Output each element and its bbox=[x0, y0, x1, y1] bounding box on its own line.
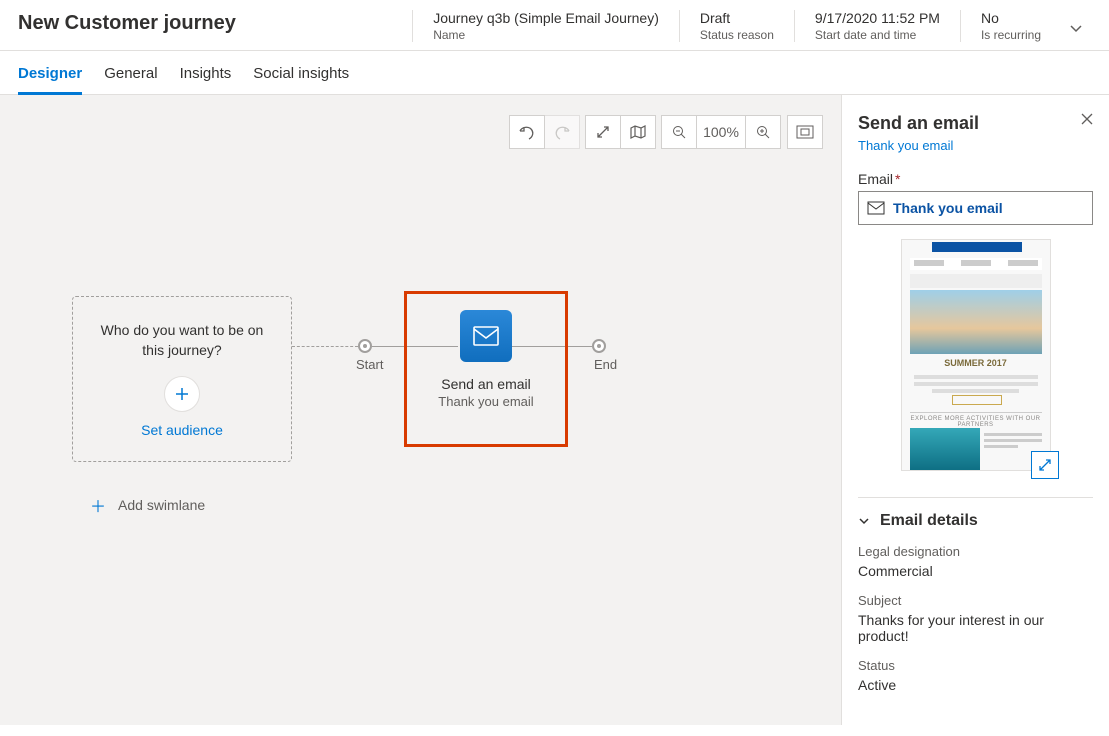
add-swimlane-button[interactable]: ＋ Add swimlane bbox=[90, 493, 205, 517]
email-tile-icon-box bbox=[460, 310, 512, 362]
add-audience-button[interactable] bbox=[164, 376, 200, 412]
header-field-name: Journey q3b (Simple Email Journey) Name bbox=[412, 10, 679, 42]
email-details-toggle[interactable]: Email details bbox=[858, 512, 1093, 530]
zoom-out-icon bbox=[672, 125, 686, 139]
main-area: 100% Who do you want to be on this journ… bbox=[0, 95, 1109, 725]
zoom-in-icon bbox=[756, 125, 770, 139]
tab-designer[interactable]: Designer bbox=[18, 65, 82, 95]
fit-to-screen-button[interactable] bbox=[787, 115, 823, 149]
start-node[interactable] bbox=[358, 339, 372, 353]
email-tile-title: Send an email bbox=[441, 376, 531, 392]
header-field-start: 9/17/2020 11:52 PM Start date and time bbox=[794, 10, 960, 42]
preview-footer: EXPLORE MORE ACTIVITIES WITH OUR PARTNER… bbox=[910, 416, 1042, 428]
header-expand-button[interactable] bbox=[1061, 16, 1091, 36]
designer-canvas[interactable]: 100% Who do you want to be on this journ… bbox=[0, 95, 841, 725]
map-icon bbox=[630, 125, 646, 139]
expand-icon bbox=[1038, 458, 1052, 472]
add-swimlane-label: Add swimlane bbox=[118, 497, 205, 513]
fullscreen-button[interactable] bbox=[585, 115, 621, 149]
email-preview-thumbnail[interactable]: SUMMER 2017 EXPLORE MORE ACTIVITIES WITH… bbox=[901, 239, 1051, 471]
tab-insights[interactable]: Insights bbox=[180, 65, 232, 94]
fit-screen-icon bbox=[796, 125, 814, 139]
page-title: New Customer journey bbox=[18, 12, 412, 35]
preview-headline: SUMMER 2017 bbox=[910, 358, 1042, 368]
expand-diagonal-icon bbox=[596, 125, 610, 139]
connector-audience-start bbox=[292, 346, 358, 347]
email-field-label: Email bbox=[858, 171, 1093, 187]
chevron-down-icon bbox=[1069, 22, 1083, 36]
close-icon bbox=[1081, 113, 1093, 125]
legal-value: Commercial bbox=[858, 563, 1093, 579]
subject-value: Thanks for your interest in our product! bbox=[858, 612, 1093, 644]
close-panel-button[interactable] bbox=[1081, 113, 1093, 125]
start-label: Start bbox=[356, 357, 383, 372]
undo-button[interactable] bbox=[509, 115, 545, 149]
email-lookup-field[interactable]: Thank you email bbox=[858, 191, 1093, 225]
email-details-section: Email details Legal designation Commerci… bbox=[858, 497, 1093, 693]
email-tile-subtitle: Thank you email bbox=[438, 394, 533, 409]
zoom-level[interactable]: 100% bbox=[696, 115, 746, 149]
plus-icon bbox=[174, 386, 190, 402]
header-fields: Journey q3b (Simple Email Journey) Name … bbox=[412, 10, 1061, 42]
plus-icon: ＋ bbox=[90, 493, 106, 517]
set-audience-link[interactable]: Set audience bbox=[141, 422, 223, 438]
tab-bar: Designer General Insights Social insight… bbox=[0, 51, 1109, 95]
minimap-button[interactable] bbox=[620, 115, 656, 149]
legal-label: Legal designation bbox=[858, 544, 1093, 559]
end-node[interactable] bbox=[592, 339, 606, 353]
chevron-down-icon bbox=[858, 515, 870, 527]
audience-prompt: Who do you want to be on this journey? bbox=[101, 321, 264, 360]
tab-general[interactable]: General bbox=[104, 65, 157, 94]
header-field-status: Draft Status reason bbox=[679, 10, 794, 42]
undo-icon bbox=[519, 124, 535, 140]
canvas-toolbar: 100% bbox=[510, 115, 823, 149]
panel-email-link[interactable]: Thank you email bbox=[858, 138, 1093, 153]
properties-panel: Send an email Thank you email Email Than… bbox=[841, 95, 1109, 725]
tab-social-insights[interactable]: Social insights bbox=[253, 65, 349, 94]
status-label: Status bbox=[858, 658, 1093, 673]
page-header: New Customer journey Journey q3b (Simple… bbox=[0, 0, 1109, 51]
email-tile[interactable]: Send an email Thank you email bbox=[404, 291, 568, 447]
zoom-out-button[interactable] bbox=[661, 115, 697, 149]
panel-title: Send an email bbox=[858, 113, 1093, 134]
expand-preview-button[interactable] bbox=[1031, 451, 1059, 479]
audience-placeholder[interactable]: Who do you want to be on this journey? S… bbox=[72, 296, 292, 462]
mail-icon bbox=[867, 201, 885, 215]
end-label: End bbox=[594, 357, 617, 372]
subject-label: Subject bbox=[858, 593, 1093, 608]
status-value: Active bbox=[858, 677, 1093, 693]
redo-button[interactable] bbox=[544, 115, 580, 149]
mail-icon bbox=[473, 326, 499, 346]
email-lookup-value: Thank you email bbox=[893, 200, 1003, 216]
zoom-in-button[interactable] bbox=[745, 115, 781, 149]
redo-icon bbox=[554, 124, 570, 140]
header-field-recurring: No Is recurring bbox=[960, 10, 1061, 42]
